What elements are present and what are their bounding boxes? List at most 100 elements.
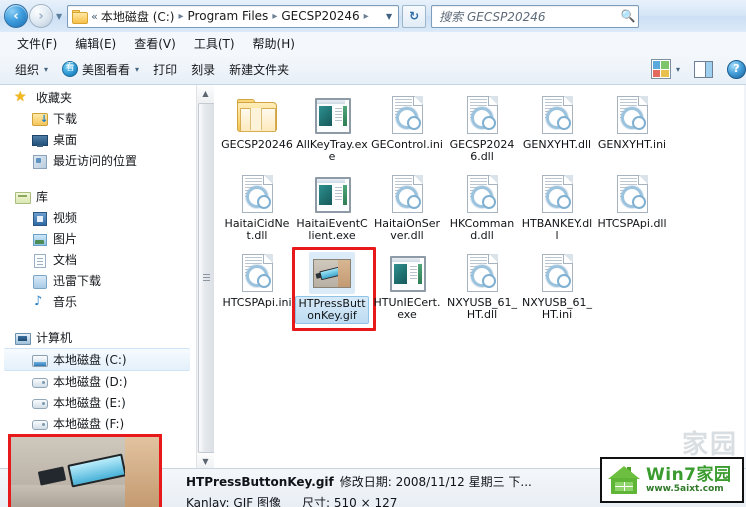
- sidebar-item-xunlei-download[interactable]: 迅雷下载: [0, 270, 196, 291]
- file-item[interactable]: GENXYHT.dll: [520, 91, 594, 170]
- file-name-label: GECSP20246: [221, 138, 293, 151]
- menu-view[interactable]: 查看(V): [125, 33, 185, 54]
- sidebar-item-desktop[interactable]: 桌面: [0, 129, 196, 150]
- videos-icon: [31, 210, 48, 226]
- refresh-button[interactable]: ↻: [402, 4, 427, 28]
- sidebar-header-favorites[interactable]: ★ 收藏夹: [0, 87, 196, 108]
- new-folder-button[interactable]: 新建文件夹: [222, 58, 296, 81]
- breadcrumb-overflow-icon[interactable]: «: [90, 10, 100, 23]
- background-watermark-text: 家园: [681, 430, 738, 460]
- help-icon[interactable]: ?: [727, 59, 746, 79]
- menu-file[interactable]: 文件(F): [8, 33, 66, 54]
- address-dropdown-icon[interactable]: ▼: [384, 12, 398, 21]
- meitu-viewer-button[interactable]: 看 美图看看 ▾: [55, 58, 146, 81]
- application-icon: [315, 177, 351, 213]
- file-icon-wrapper: [234, 173, 280, 215]
- meitu-label: 美图看看: [82, 62, 131, 77]
- sidebar-item-music[interactable]: ♪ 音乐: [0, 291, 196, 312]
- watermark-url: www.5aixt.com: [646, 483, 724, 494]
- pictures-icon: [31, 231, 48, 247]
- vertical-scrollbar[interactable]: ▲ ▼: [196, 85, 215, 470]
- config-file-icon: [466, 96, 498, 134]
- sidebar-item-drive-e[interactable]: 本地磁盘 (E:): [0, 392, 196, 413]
- file-item[interactable]: HaitaiEventClient.exe: [295, 170, 369, 249]
- config-file-icon: [616, 96, 648, 134]
- documents-icon: [31, 252, 48, 268]
- history-dropdown-icon[interactable]: ▼: [56, 12, 62, 21]
- breadcrumb-item-drive[interactable]: 本地磁盘 (C:): [100, 7, 176, 26]
- organize-button[interactable]: 组织 ▾: [8, 58, 55, 81]
- file-item[interactable]: HTCSPApi.ini: [220, 249, 294, 328]
- menu-help[interactable]: 帮助(H): [244, 33, 304, 54]
- file-list-pane[interactable]: GECSP20246 AllKeyTray.exe GEControl.ini GEC…: [214, 85, 744, 476]
- config-file-icon: [541, 175, 573, 213]
- sidebar-divider: [0, 312, 196, 325]
- address-bar[interactable]: « 本地磁盘 (C:) ▸ Program Files ▸ GECSP20246…: [67, 4, 400, 28]
- sidebar-item-documents[interactable]: 文档: [0, 249, 196, 270]
- search-input[interactable]: 搜索 GECSP20246 🔍: [431, 4, 640, 28]
- sidebar-item-drive-c[interactable]: 本地磁盘 (C:): [4, 348, 190, 371]
- sidebar-item-drive-d[interactable]: 本地磁盘 (D:): [0, 371, 196, 392]
- file-explorer-window: ‹ › ▼ « 本地磁盘 (C:) ▸ Program Files ▸ GECS…: [0, 0, 746, 507]
- menu-tools[interactable]: 工具(T): [185, 33, 244, 54]
- file-item[interactable]: GENXYHT.ini: [595, 91, 669, 170]
- file-item[interactable]: AllKeyTray.exe: [295, 91, 369, 170]
- file-item[interactable]: GECSP20246.dll: [445, 91, 519, 170]
- breadcrumb-item-gecsp[interactable]: GECSP20246: [280, 8, 360, 24]
- file-item[interactable]: HaitaiOnServer.dll: [370, 170, 444, 249]
- view-mode-dropdown-icon[interactable]: ▾: [676, 65, 680, 74]
- preview-pane-icon[interactable]: [694, 60, 713, 78]
- sidebar-label: 本地磁盘 (D:): [53, 375, 128, 389]
- sidebar-item-videos[interactable]: 视频: [0, 207, 196, 228]
- drive-icon: [31, 395, 48, 411]
- site-watermark: Win7家园 www.5aixt.com: [600, 457, 744, 503]
- system-drive-icon: [31, 352, 48, 368]
- file-item[interactable]: HKCommand.dll: [445, 170, 519, 249]
- file-icon-wrapper: [609, 94, 655, 136]
- file-item[interactable]: NXYUSB_61_HT.dll: [445, 249, 519, 328]
- back-button[interactable]: ‹: [4, 4, 28, 28]
- navigation-buttons: ‹ › ▼: [0, 4, 65, 28]
- print-button[interactable]: 打印: [146, 58, 184, 81]
- file-name-label: GECSP20246.dll: [449, 138, 515, 163]
- config-file-icon: [241, 175, 273, 213]
- file-item[interactable]: HTCSPApi.dll: [595, 170, 669, 249]
- forward-button[interactable]: ›: [29, 4, 53, 28]
- scroll-up-button[interactable]: ▲: [197, 85, 214, 102]
- sidebar-group-libraries: 库 视频 图片 文档 迅雷下载 ♪ 音乐: [0, 186, 196, 312]
- sidebar-item-drive-f[interactable]: 本地磁盘 (F:): [0, 413, 196, 434]
- meitu-icon: 看: [62, 61, 79, 77]
- file-name-label: HTBANKEY.dll: [521, 217, 593, 242]
- file-item[interactable]: HaitaiCidNet.dll: [220, 170, 294, 249]
- menu-bar: 文件(F) 编辑(E) 查看(V) 工具(T) 帮助(H): [0, 32, 746, 55]
- file-item[interactable]: NXYUSB_61_HT.ini: [520, 249, 594, 328]
- downloads-folder-icon: ↓: [31, 111, 48, 127]
- file-item[interactable]: HTUnIECert.exe: [370, 249, 444, 328]
- file-item[interactable]: GECSP20246: [220, 91, 294, 170]
- scrollbar-thumb[interactable]: [198, 103, 215, 453]
- burn-button[interactable]: 刻录: [184, 58, 222, 81]
- menu-edit[interactable]: 编辑(E): [66, 33, 125, 54]
- sidebar-header-computer[interactable]: 计算机: [0, 327, 196, 348]
- sidebar-item-recent-places[interactable]: 最近访问的位置: [0, 150, 196, 171]
- status-filename: HTPressButtonKey.gif: [186, 475, 334, 489]
- recent-places-icon: [31, 153, 48, 169]
- file-item[interactable]: HTBANKEY.dll: [520, 170, 594, 249]
- file-item[interactable]: GEControl.ini: [370, 91, 444, 170]
- breadcrumb-item-program-files[interactable]: Program Files: [187, 8, 270, 24]
- file-item[interactable]: HTPressButtonKey.gif: [292, 247, 376, 331]
- search-placeholder: 搜索 GECSP20246: [439, 9, 546, 24]
- sidebar-header-libraries[interactable]: 库: [0, 186, 196, 207]
- sidebar-item-downloads[interactable]: ↓ 下载: [0, 108, 196, 129]
- sidebar-label: 下载: [53, 112, 78, 126]
- address-bar-container: ‹ › ▼ « 本地磁盘 (C:) ▸ Program Files ▸ GECS…: [0, 0, 746, 33]
- sidebar-label: 收藏夹: [36, 91, 73, 105]
- sidebar-item-pictures[interactable]: 图片: [0, 228, 196, 249]
- file-icon-wrapper: [384, 252, 430, 294]
- file-name-label: HTCSPApi.dll: [597, 217, 667, 230]
- sidebar-label: 迅雷下载: [53, 274, 102, 288]
- config-file-icon: [241, 254, 273, 292]
- status-kind: Kanlay: GIF 图像: [186, 496, 281, 507]
- config-file-icon: [466, 175, 498, 213]
- view-mode-icon[interactable]: [650, 59, 671, 79]
